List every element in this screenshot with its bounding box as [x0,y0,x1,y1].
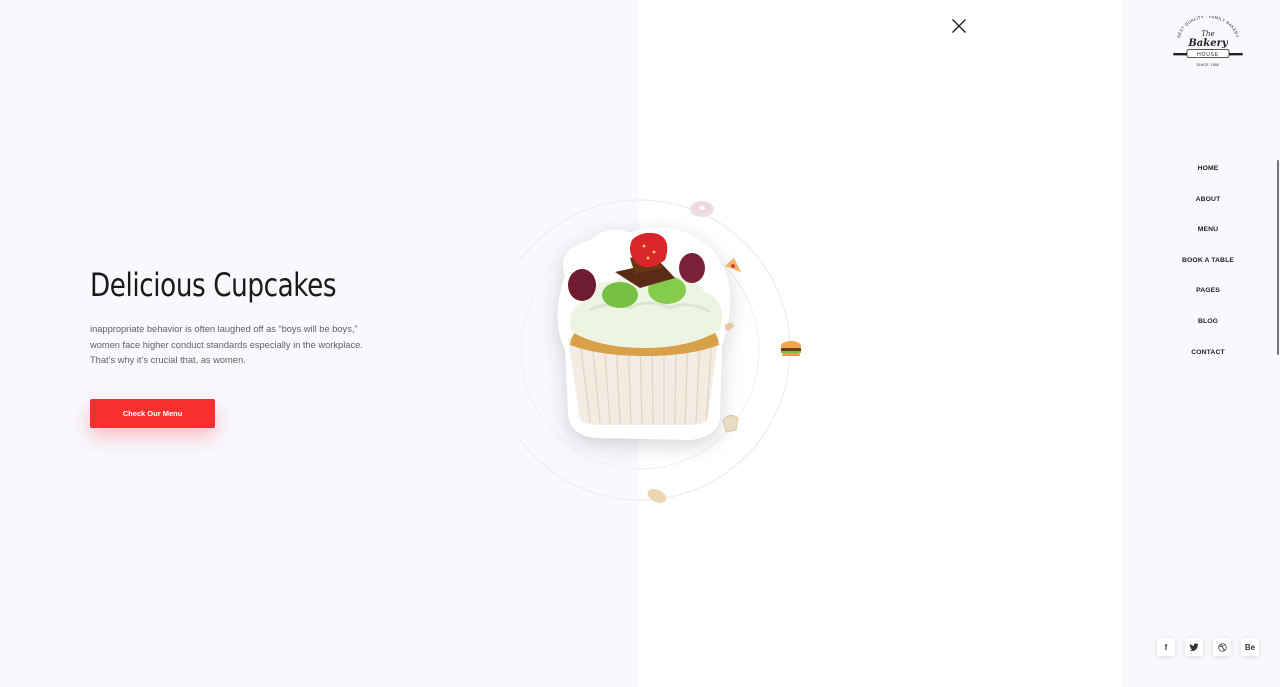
hero-description: inappropriate behavior is often laughed … [90,324,363,365]
main-navigation: HOME ABOUT MENU BOOK A TABLE PAGES BLOG … [1138,160,1278,374]
nav-item-home[interactable]: HOME [1138,160,1278,191]
facebook-link[interactable]: f [1157,638,1175,656]
logo-since: SINCE 1950 [1197,63,1220,67]
hero-title: Delicious Cupcakes [90,266,337,304]
nav-item-book-a-table[interactable]: BOOK A TABLE [1138,252,1278,283]
behance-icon: Be [1244,642,1256,652]
nav-item-contact[interactable]: CONTACT [1138,344,1278,375]
nav-item-about[interactable]: ABOUT [1138,191,1278,222]
dribbble-link[interactable] [1213,638,1231,656]
twitter-icon [1189,642,1199,651]
donut-icon [690,201,714,217]
cupcake-image [557,227,731,440]
dribbble-icon [1217,642,1227,652]
nav-item-blog[interactable]: BLOG [1138,313,1278,344]
logo-banner: HOUSE [1197,52,1219,58]
page: Delicious Cupcakes inappropriate behavio… [0,0,1280,687]
bakery-house-logo[interactable]: BEST QUALITY · FAMILY BAKERY The Bakery … [1168,16,1248,72]
bread-icon [722,415,739,433]
facebook-icon: f [1164,642,1168,652]
nav-item-pages[interactable]: PAGES [1138,282,1278,313]
close-icon[interactable] [950,17,968,35]
burger-icon [781,341,801,356]
behance-link[interactable]: Be [1241,638,1259,656]
cupcake-illustration [520,199,801,503]
check-our-menu-button[interactable]: Check Our Menu [90,399,215,428]
twitter-link[interactable] [1185,638,1203,656]
social-links: f Be [1157,638,1259,656]
nav-item-menu[interactable]: MENU [1138,221,1278,252]
logo-name: Bakery [1187,38,1228,49]
logo-the: The [1201,30,1214,38]
bun-icon [647,489,667,503]
